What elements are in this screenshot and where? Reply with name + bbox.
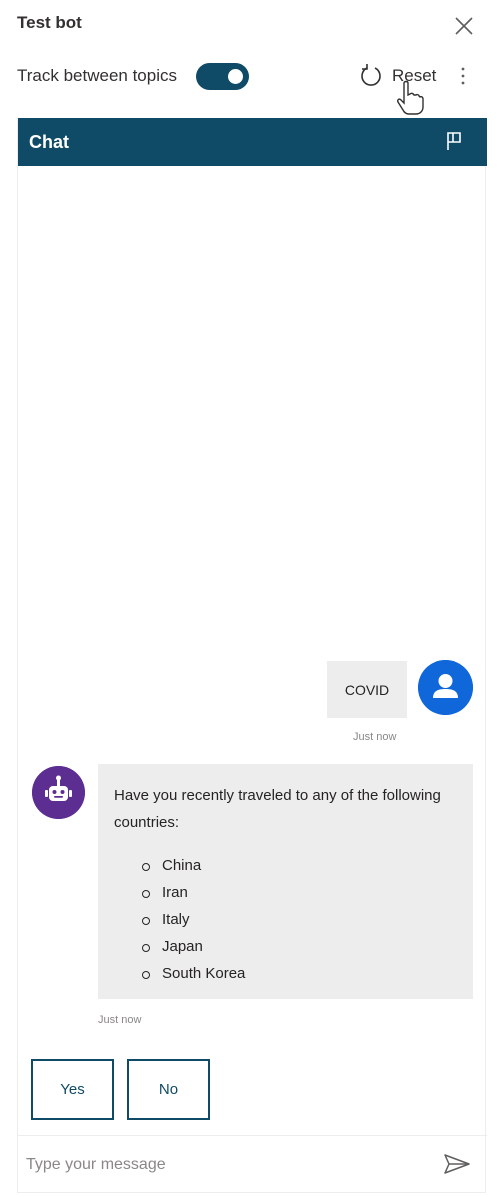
hand-pointer-icon xyxy=(397,80,424,115)
user-message-timestamp: Just now xyxy=(353,731,397,743)
bot-avatar-icon xyxy=(32,766,85,819)
message-composer xyxy=(18,1135,487,1193)
chat-panel: Chat COVID Just now Have you recently tr… xyxy=(17,118,487,1193)
send-icon[interactable] xyxy=(443,1152,471,1176)
message-input[interactable] xyxy=(26,1148,426,1182)
track-between-topics-label: Track between topics xyxy=(17,66,177,85)
list-item: Italy xyxy=(142,906,457,933)
bot-message-timestamp: Just now xyxy=(98,1014,142,1026)
track-between-topics-toggle[interactable] xyxy=(196,63,249,90)
more-vertical-icon[interactable] xyxy=(456,64,470,88)
yes-button[interactable]: Yes xyxy=(31,1059,114,1120)
list-item: Iran xyxy=(142,879,457,906)
no-button[interactable]: No xyxy=(127,1059,210,1120)
user-message-bubble: COVID xyxy=(327,661,407,718)
toggle-knob xyxy=(228,69,243,84)
list-item: China xyxy=(142,852,457,879)
flag-icon[interactable] xyxy=(443,130,465,152)
chat-header: Chat xyxy=(18,118,487,166)
chat-title: Chat xyxy=(29,132,69,152)
list-item: South Korea xyxy=(142,960,457,987)
list-item: Japan xyxy=(142,933,457,960)
user-avatar-icon xyxy=(418,660,473,715)
bot-message-bubble: Have you recently traveled to any of the… xyxy=(98,764,473,999)
refresh-icon xyxy=(361,64,381,86)
panel-title: Test bot xyxy=(17,13,82,32)
bot-message-text: Have you recently traveled to any of the… xyxy=(114,787,441,831)
country-list: China Iran Italy Japan South Korea xyxy=(114,852,457,987)
close-icon[interactable] xyxy=(452,14,476,38)
